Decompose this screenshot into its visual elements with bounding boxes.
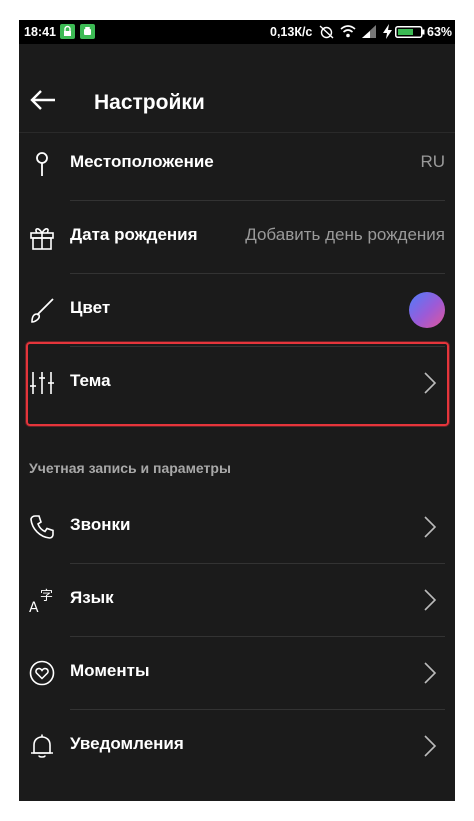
color-swatch[interactable] <box>409 292 445 328</box>
battery-icon <box>395 26 425 38</box>
phone-screen: 18:41 0,13К/с 63% Настройки Местоположен… <box>19 20 455 801</box>
setting-label: Моменты <box>70 661 150 680</box>
chevron-right-icon <box>424 589 437 611</box>
setting-label: Уведомления <box>70 734 184 753</box>
setting-value: RU <box>420 152 445 171</box>
charging-icon <box>383 24 392 39</box>
page-title: Настройки <box>94 91 205 114</box>
chevron-right-icon <box>424 516 437 538</box>
chevron-right-icon <box>424 735 437 757</box>
setting-row-calls[interactable]: Звонки <box>19 491 455 563</box>
setting-row-birthday[interactable]: Дата рождения Добавить день рождения <box>19 201 455 273</box>
chevron-right-icon <box>424 662 437 684</box>
setting-label: Язык <box>70 588 114 607</box>
svg-text:字: 字 <box>40 589 53 604</box>
bell-icon <box>31 734 53 758</box>
brush-icon <box>31 298 54 323</box>
setting-row-moments[interactable]: Моменты <box>19 637 455 709</box>
signal-icon <box>362 25 376 38</box>
wifi-icon <box>340 25 356 38</box>
android-icon <box>80 24 95 39</box>
arrow-left-icon[interactable] <box>30 88 56 112</box>
section-header: Учетная запись и параметры <box>29 460 231 476</box>
setting-row-location[interactable]: Местоположение RU <box>19 128 455 200</box>
heart-circle-icon <box>29 660 55 686</box>
setting-label: Дата рождения <box>70 225 198 244</box>
setting-row-color[interactable]: Цвет <box>19 274 455 346</box>
lock-icon <box>60 24 75 39</box>
setting-row-notifications[interactable]: Уведомления <box>19 710 455 782</box>
gift-icon <box>30 228 54 250</box>
location-pin-icon <box>36 152 48 176</box>
status-bar: 18:41 0,13К/с 63% <box>19 20 455 44</box>
setting-label: Звонки <box>70 515 131 534</box>
setting-row-language[interactable]: A 字 Язык <box>19 564 455 636</box>
highlight-frame <box>26 342 449 426</box>
status-time: 18:41 <box>24 25 56 39</box>
svg-text:A: A <box>29 600 39 614</box>
alarm-off-icon <box>319 25 334 39</box>
battery-percent: 63% <box>427 25 453 39</box>
setting-label: Местоположение <box>70 152 214 171</box>
net-speed: 0,13К/с <box>270 25 313 39</box>
translate-icon: A 字 <box>29 589 53 614</box>
setting-label: Цвет <box>70 298 111 317</box>
phone-icon <box>30 515 54 539</box>
app-bar: Настройки <box>19 44 455 132</box>
setting-value: Добавить день рождения <box>245 225 445 244</box>
